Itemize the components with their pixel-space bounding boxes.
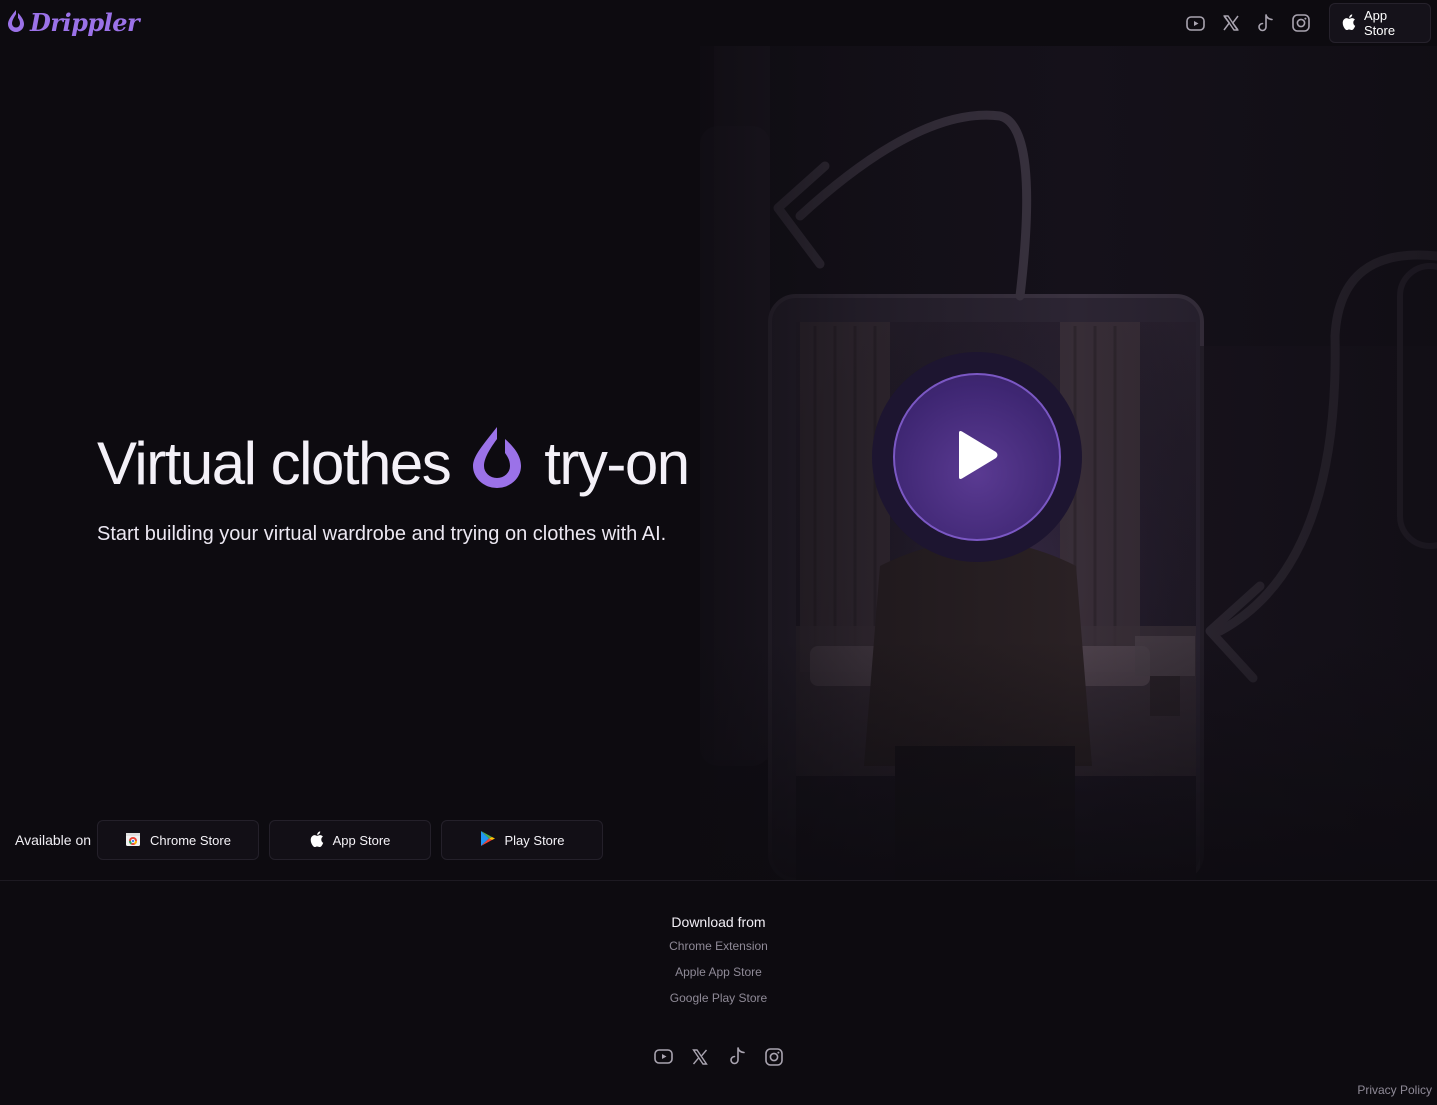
- tiktok-icon[interactable]: [1255, 13, 1276, 34]
- available-on-label: Available on: [15, 832, 92, 848]
- play-button-inner: [893, 373, 1061, 541]
- footer-link-apple-app-store[interactable]: Apple App Store: [675, 965, 762, 979]
- chrome-store-button[interactable]: Chrome Store: [97, 820, 259, 860]
- x-icon[interactable]: [1220, 13, 1241, 34]
- play-icon: [955, 430, 999, 485]
- footer-link-chrome-extension[interactable]: Chrome Extension: [669, 939, 768, 953]
- apple-icon: [1342, 13, 1356, 33]
- google-play-icon: [480, 830, 496, 850]
- app-store-button[interactable]: App Store: [269, 820, 431, 860]
- app-store-label: App Store: [332, 832, 391, 848]
- brand-name: Drippler: [30, 7, 140, 37]
- x-icon[interactable]: [691, 1047, 710, 1066]
- chrome-store-icon: [125, 831, 141, 850]
- play-video-button[interactable]: [872, 352, 1082, 562]
- youtube-icon[interactable]: [653, 1047, 673, 1066]
- footer-social-links: [0, 1047, 1437, 1066]
- play-store-label: Play Store: [504, 832, 565, 848]
- footer-download-section: Download from Chrome Extension Apple App…: [0, 914, 1437, 1017]
- hero-title-left: Virtual clothes: [97, 429, 452, 497]
- available-on-bar: Available on Chrome Store App Store Play…: [15, 820, 613, 860]
- drop-logo-icon: [6, 8, 26, 37]
- hero-subtitle: Start building your virtual wardrobe and…: [97, 523, 667, 545]
- header-app-store-button[interactable]: App Store: [1329, 3, 1431, 43]
- footer-link-google-play-store[interactable]: Google Play Store: [670, 991, 767, 1005]
- privacy-policy-link[interactable]: Privacy Policy: [1357, 1083, 1432, 1097]
- instagram-icon[interactable]: [1290, 13, 1311, 34]
- hero-title-right: try-on: [544, 429, 690, 497]
- logo[interactable]: Drippler: [6, 7, 140, 37]
- tiktok-icon[interactable]: [728, 1047, 747, 1066]
- hero-title: Virtual clothes try-on: [97, 424, 690, 502]
- play-store-button[interactable]: Play Store: [441, 820, 603, 860]
- header-social-links: [1185, 13, 1311, 34]
- page: Drippler App Store Virtual clothes try-o…: [0, 0, 1437, 1105]
- instagram-icon[interactable]: [765, 1047, 784, 1066]
- apple-icon: [310, 830, 324, 850]
- youtube-icon[interactable]: [1185, 13, 1206, 34]
- chrome-store-label: Chrome Store: [150, 832, 231, 848]
- site-header: Drippler App Store: [0, 0, 1437, 46]
- header-actions: App Store: [1185, 3, 1431, 43]
- drop-icon: [470, 424, 524, 502]
- footer-heading: Download from: [671, 914, 766, 930]
- header-app-store-label: App Store: [1364, 8, 1396, 38]
- footer-divider: [0, 880, 1437, 881]
